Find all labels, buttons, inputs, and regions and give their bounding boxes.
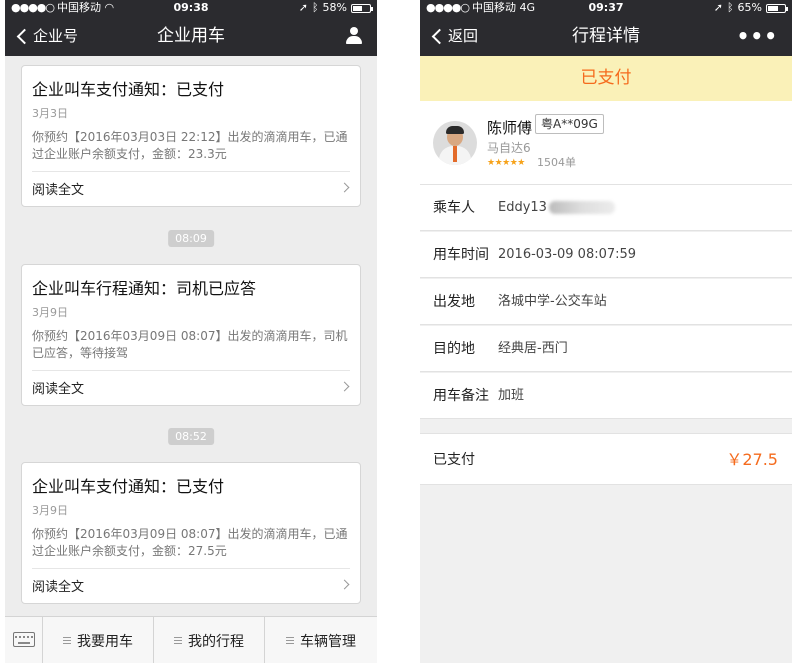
read-more-link[interactable]: 阅读全文: [32, 576, 84, 595]
chevron-right-icon: [339, 579, 350, 590]
detail-row-passenger: 乘车人 Eddy13: [420, 185, 792, 231]
top-bar: ●●●●○ 中国移动 4G 09:37 ➚ ᛒ 65% 返回 行程详情 •••: [420, 0, 792, 56]
bottom-menu: 我要用车 我的行程 车辆管理: [5, 616, 377, 663]
card-date: 3月9日: [32, 504, 68, 517]
status-bar: ●●●●○ 中国移动 ◠ 09:38 ➚ ᛒ 58%: [5, 0, 377, 16]
message-card[interactable]: 企业叫车支付通知：已支付 3月3日 你预约【2016年03月03日 22:12】…: [21, 65, 361, 207]
menu-item-my-trips[interactable]: 我的行程: [154, 617, 265, 663]
detail-value: 洛城中学-公交车站: [498, 294, 607, 309]
bluetooth-icon: ᛒ: [726, 1, 734, 14]
card-title: 企业叫车支付通知：已支付: [32, 80, 225, 99]
message-card[interactable]: 企业叫车行程通知：司机已应答 3月9日 你预约【2016年03月09日 08:0…: [21, 264, 361, 406]
read-more-link[interactable]: 阅读全文: [32, 378, 84, 397]
detail-row-destination: 目的地 经典居-西门: [420, 326, 792, 372]
avatar: [433, 121, 477, 165]
detail-row-note: 用车备注 加班: [420, 373, 792, 419]
location-icon: ➚: [713, 1, 723, 14]
person-icon: [345, 27, 363, 45]
chevron-right-icon: [339, 182, 350, 193]
top-bar: ●●●●○ 中国移动 ◠ 09:38 ➚ ᛒ 58% 企业号 企业用车: [5, 0, 377, 56]
card-body: 你预约【2016年03月03日 22:12】出发的滴滴用车，已通过企业账户余额支…: [32, 130, 348, 161]
enterprise-chat-screen: ●●●●○ 中国移动 ◠ 09:38 ➚ ᛒ 58% 企业号 企业用车 企业叫车支付通…: [5, 0, 377, 663]
time-separator: 08:52: [168, 428, 214, 445]
order-count: 1504单: [537, 156, 576, 169]
driver-card[interactable]: 陈师傅 粤A**09G 马自达6 ★★★★★ 1504单: [420, 101, 792, 185]
car-model: 马自达6: [487, 141, 531, 155]
menu-icon: [286, 637, 294, 644]
card-date: 3月9日: [32, 306, 68, 319]
payment-amount: ￥27.5: [726, 450, 778, 469]
menu-item-vehicle-management[interactable]: 车辆管理: [265, 617, 377, 663]
detail-label: 用车备注: [433, 388, 489, 404]
more-button[interactable]: •••: [737, 24, 778, 48]
trip-detail-screen: ●●●●○ 中国移动 4G 09:37 ➚ ᛒ 65% 返回 行程详情 ••• 已支付…: [420, 0, 792, 663]
detail-row-origin: 出发地 洛城中学-公交车站: [420, 279, 792, 325]
divider: [32, 370, 350, 371]
card-body: 你预约【2016年03月09日 08:07】出发的滴滴用车，司机已应答，等待接驾: [32, 329, 348, 360]
detail-row-time: 用车时间 2016-03-09 08:07:59: [420, 232, 792, 278]
bluetooth-icon: ᛒ: [311, 1, 319, 14]
status-badge: 已支付: [420, 56, 792, 101]
chevron-right-icon: [339, 381, 350, 392]
battery-icon: [766, 3, 788, 13]
read-more-link[interactable]: 阅读全文: [32, 179, 84, 198]
license-plate: 粤A**09G: [535, 114, 604, 134]
keyboard-toggle-button[interactable]: [5, 617, 43, 663]
card-body: 你预约【2016年03月09日 08:07】出发的滴滴用车，已通过企业账户余额支…: [32, 527, 348, 558]
detail-label: 用车时间: [433, 247, 489, 263]
card-title: 企业叫车行程通知：司机已应答: [32, 279, 257, 298]
card-date: 3月3日: [32, 107, 68, 120]
detail-label: 乘车人: [433, 200, 475, 216]
menu-icon: [174, 637, 182, 644]
battery-percent: 58%: [322, 1, 347, 14]
blurred-text: [548, 201, 615, 214]
battery-icon: [351, 3, 373, 13]
more-icon: •••: [736, 24, 778, 48]
detail-value: 加班: [498, 388, 525, 403]
detail-value: 经典居-西门: [498, 341, 568, 356]
menu-item-book-car[interactable]: 我要用车: [43, 617, 154, 663]
star-rating-icon: ★★★★★: [487, 158, 525, 168]
location-icon: ➚: [298, 1, 308, 14]
detail-value: Eddy13: [498, 185, 615, 231]
divider: [32, 568, 350, 569]
message-card[interactable]: 企业叫车支付通知：已支付 3月9日 你预约【2016年03月09日 08:07】…: [21, 462, 361, 604]
page-title: 企业用车: [157, 26, 225, 46]
driver-name: 陈师傅: [487, 119, 533, 137]
battery-percent: 65%: [737, 1, 762, 14]
detail-value: 2016-03-09 08:07:59: [498, 247, 637, 262]
nav-bar: 返回 行程详情 •••: [420, 16, 792, 56]
detail-label: 出发地: [433, 294, 475, 310]
payment-row: 已支付 ￥27.5: [420, 433, 792, 485]
detail-label: 目的地: [433, 341, 475, 357]
payment-label: 已支付: [433, 452, 475, 468]
profile-button[interactable]: [345, 24, 363, 48]
time-separator: 08:09: [168, 230, 214, 247]
divider: [32, 171, 350, 172]
keyboard-icon: [13, 632, 35, 647]
nav-bar: 企业号 企业用车: [5, 16, 377, 56]
status-bar: ●●●●○ 中国移动 4G 09:37 ➚ ᛒ 65%: [420, 0, 792, 16]
card-title: 企业叫车支付通知：已支付: [32, 477, 225, 496]
menu-icon: [63, 637, 71, 644]
